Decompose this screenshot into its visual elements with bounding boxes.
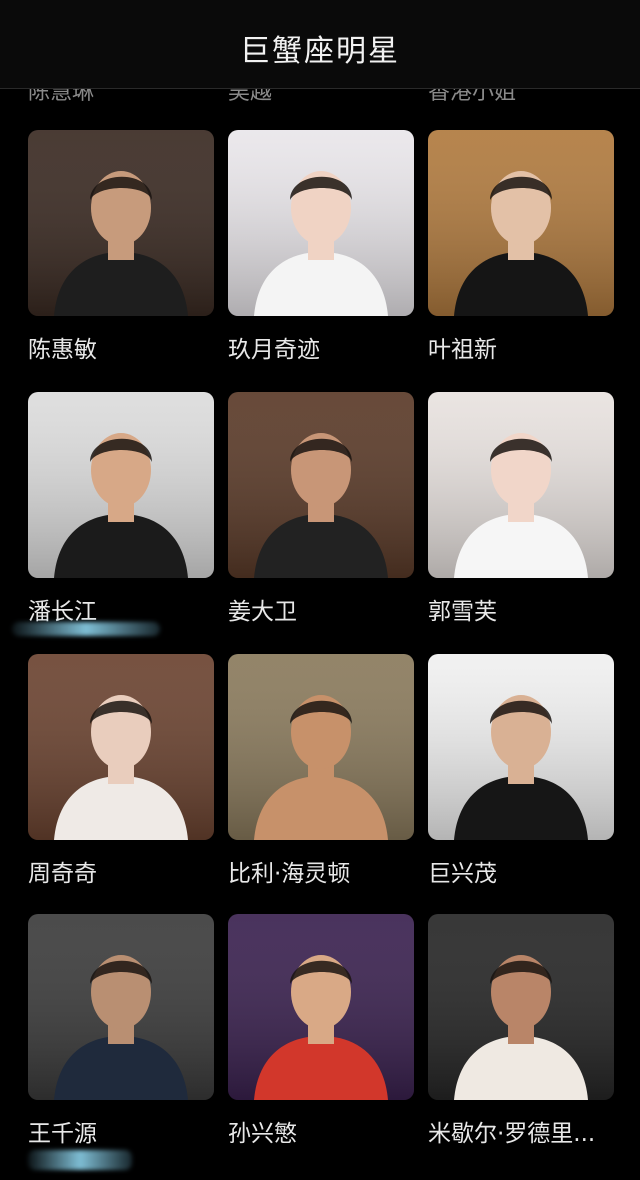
star-photo[interactable] <box>228 130 414 316</box>
star-name: 叶祖新 <box>428 337 497 363</box>
star-photo[interactable] <box>228 654 414 840</box>
top-bar: 巨蟹座明星 <box>0 0 640 89</box>
star-card[interactable]: 郭雪芙 <box>428 392 618 632</box>
star-name: 米歇尔·罗德里... <box>428 1121 596 1147</box>
star-photo[interactable] <box>428 392 614 578</box>
star-name: 陈惠敏 <box>28 337 97 363</box>
star-card[interactable]: 孙兴慜 <box>228 914 418 1154</box>
star-photo[interactable] <box>428 914 614 1100</box>
star-card[interactable]: 周奇奇 <box>28 654 218 894</box>
star-name: 巨兴茂 <box>428 861 497 887</box>
star-name: 郭雪芙 <box>428 599 497 625</box>
page-title: 巨蟹座明星 <box>240 34 400 69</box>
star-name: 孙兴慜 <box>228 1121 297 1147</box>
star-name: 比利·海灵顿 <box>228 861 351 887</box>
star-photo[interactable] <box>28 654 214 840</box>
star-name: 玖月奇迹 <box>228 337 320 363</box>
star-card[interactable]: 姜大卫 <box>228 392 418 632</box>
star-card[interactable]: 叶祖新 <box>428 130 618 370</box>
star-photo[interactable] <box>28 914 214 1100</box>
blur-mark <box>12 622 160 636</box>
star-name: 姜大卫 <box>228 599 297 625</box>
star-name: 潘长江 <box>28 599 97 625</box>
star-card[interactable]: 比利·海灵顿 <box>228 654 418 894</box>
star-photo[interactable] <box>428 130 614 316</box>
star-photo[interactable] <box>28 392 214 578</box>
star-photo[interactable] <box>228 392 414 578</box>
star-grid: 陈惠敏 玖月奇迹 叶祖新潘长江 姜大卫 郭雪芙周奇奇 比利·海灵顿 巨兴茂王千源 孙兴慜 米歇尔… <box>0 0 640 1180</box>
blur-mark <box>28 1150 132 1170</box>
star-card[interactable]: 陈惠敏 <box>28 130 218 370</box>
star-photo[interactable] <box>28 130 214 316</box>
star-card[interactable]: 玖月奇迹 <box>228 130 418 370</box>
star-name: 周奇奇 <box>28 861 97 887</box>
star-name: 王千源 <box>28 1121 97 1147</box>
star-card[interactable]: 米歇尔·罗德里... <box>428 914 618 1154</box>
star-photo[interactable] <box>428 654 614 840</box>
star-photo[interactable] <box>228 914 414 1100</box>
star-card[interactable]: 潘长江 <box>28 392 218 632</box>
star-card[interactable]: 王千源 <box>28 914 218 1154</box>
star-card[interactable]: 巨兴茂 <box>428 654 618 894</box>
